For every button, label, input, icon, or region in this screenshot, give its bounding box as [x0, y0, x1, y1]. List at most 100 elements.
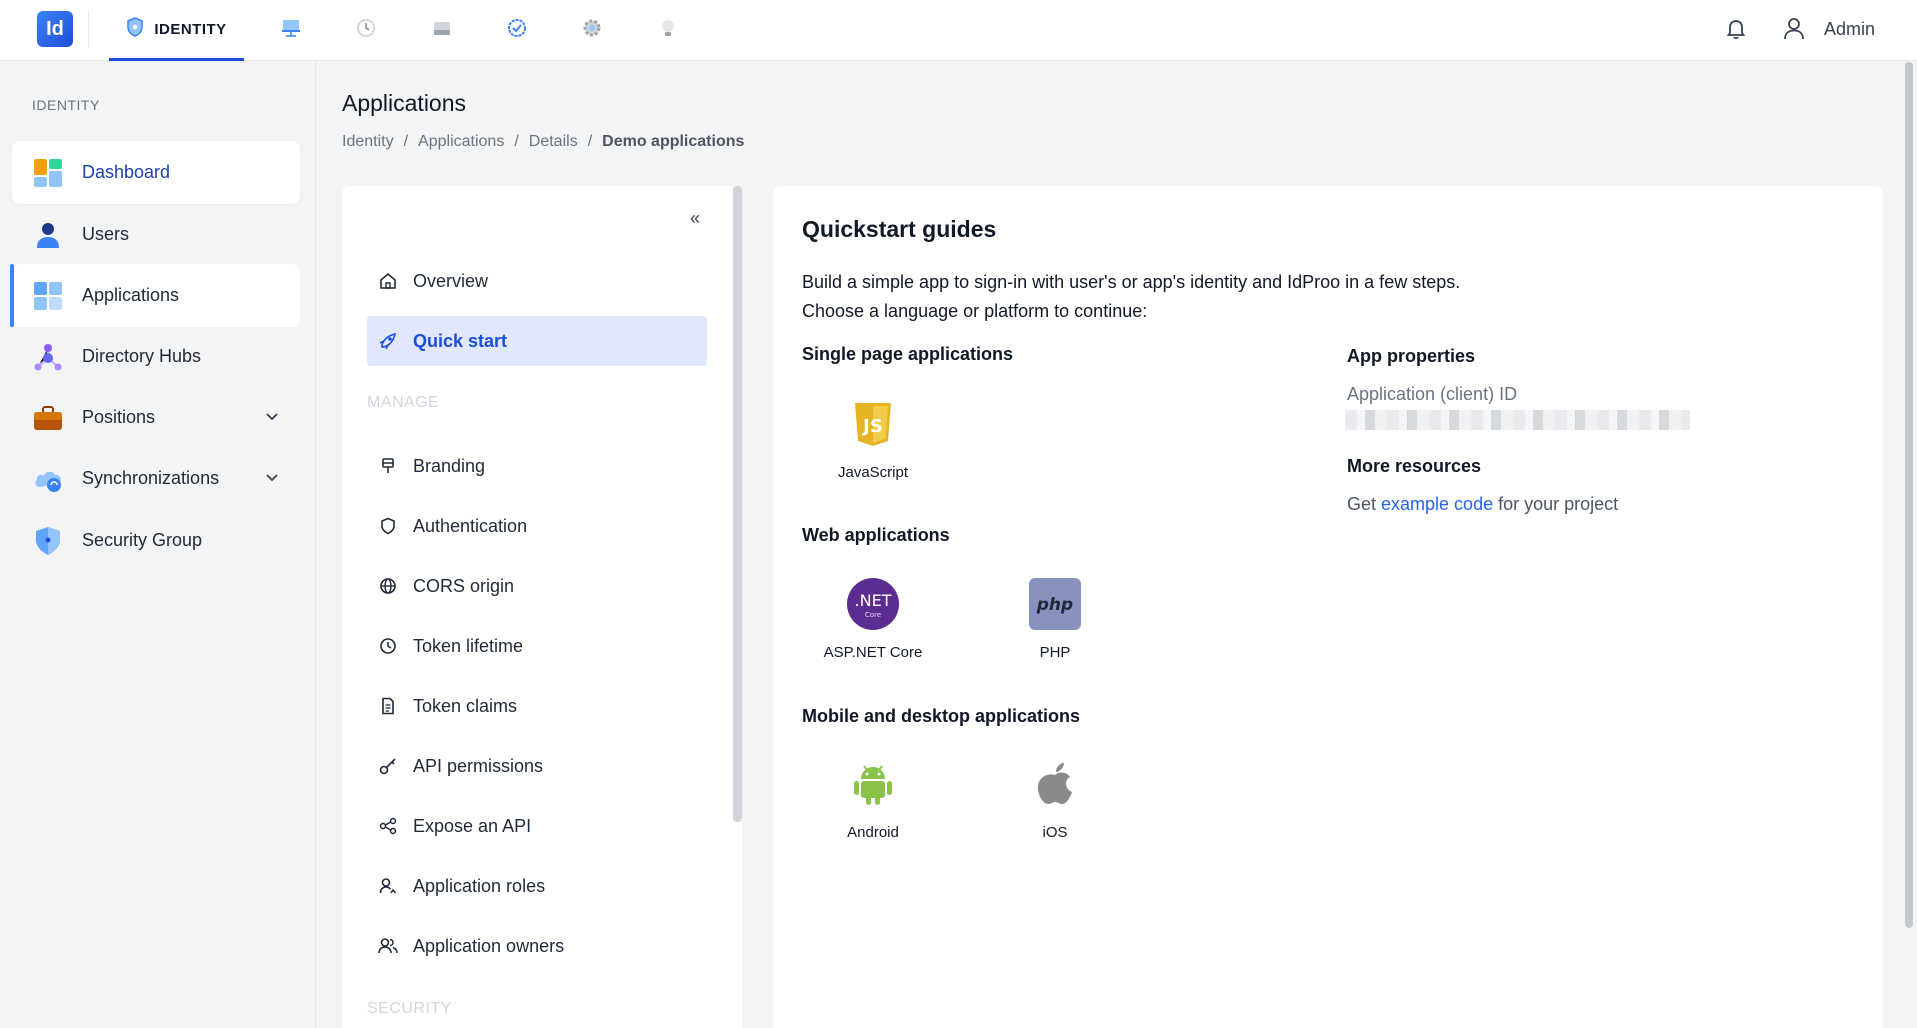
description-line: Build a simple app to sign-in with user'…: [802, 272, 1461, 292]
javascript-badge-text: JS: [861, 416, 883, 437]
breadcrumb-separator: /: [514, 133, 519, 150]
users-icon: [377, 935, 399, 957]
php-badge-text: php: [1036, 595, 1073, 615]
platform-javascript[interactable]: JS JavaScript: [813, 398, 933, 481]
page-scrollbar[interactable]: [1905, 62, 1913, 928]
bulb-icon[interactable]: [656, 16, 680, 40]
rocket-icon: [377, 330, 399, 352]
sidebar-item-synchronizations[interactable]: Synchronizations: [12, 447, 300, 510]
dotnet-badge-subtext: Core: [865, 611, 881, 619]
menu-item-label: Expose an API: [413, 815, 532, 836]
key-icon: [377, 755, 399, 777]
menu-section-manage: MANAGE: [367, 394, 440, 411]
menu-item-api-permissions[interactable]: API permissions: [367, 741, 707, 791]
menu-item-branding[interactable]: Branding: [367, 441, 707, 491]
android-icon: [847, 758, 899, 810]
home-icon: [377, 270, 399, 292]
platform-aspnet-core[interactable]: .NET Core ASP.NET Core: [813, 578, 933, 661]
breadcrumb-item[interactable]: Identity: [342, 133, 394, 151]
menu-item-label: API permissions: [413, 755, 544, 776]
menu-item-label: Token claims: [413, 695, 518, 716]
shield-icon: [126, 17, 144, 41]
user-icon: [32, 219, 64, 251]
description-line: Choose a language or platform to continu…: [802, 301, 1148, 321]
breadcrumb-current: Demo applications: [602, 133, 745, 150]
menu-item-token-lifetime[interactable]: Token lifetime: [367, 621, 707, 671]
sidebar-heading: IDENTITY: [32, 97, 100, 113]
breadcrumb-separator: /: [587, 133, 593, 150]
sidebar-item-dashboard[interactable]: Dashboard: [12, 141, 300, 204]
menu-item-label: Quick start: [413, 330, 508, 351]
menu-item-label: CORS origin: [413, 575, 515, 596]
platform-ios[interactable]: iOS: [995, 758, 1115, 841]
divider: [88, 12, 89, 48]
menu-item-cors-origin[interactable]: CORS origin: [367, 561, 707, 611]
client-id-label: Application (client) ID: [1347, 384, 1518, 404]
app-logo[interactable]: Id: [37, 11, 73, 47]
sidebar-item-applications[interactable]: Applications: [10, 264, 300, 327]
history-icon[interactable]: [354, 16, 378, 40]
chevron-down-icon[interactable]: [264, 408, 280, 424]
share-icon: [377, 815, 399, 837]
menu-item-quick-start[interactable]: Quick start: [367, 316, 707, 366]
spa-heading: Single page applications: [802, 344, 1014, 364]
clock-icon: [377, 635, 399, 657]
menu-item-label: Authentication: [413, 515, 528, 536]
menu-item-label: Application roles: [413, 875, 546, 896]
storage-icon[interactable]: [430, 16, 454, 40]
monitor-icon[interactable]: [279, 16, 303, 40]
platform-android[interactable]: Android: [813, 758, 933, 841]
menu-item-overview[interactable]: Overview: [367, 256, 707, 306]
page-title: Applications: [342, 90, 467, 116]
menu-scrollbar[interactable]: [733, 186, 742, 822]
quickstart-title: Quickstart guides: [802, 216, 997, 242]
sidebar-item-label: Users: [82, 224, 130, 244]
sidebar-item-directory-hubs[interactable]: Directory Hubs: [12, 325, 300, 388]
platform-php[interactable]: php PHP: [995, 578, 1115, 661]
tab-identity[interactable]: IDENTITY: [109, 0, 244, 61]
menu-item-application-roles[interactable]: Application roles: [367, 861, 707, 911]
menu-item-expose-an-api[interactable]: Expose an API: [367, 801, 707, 851]
chevron-down-icon[interactable]: [264, 469, 280, 485]
logo-text: Id: [46, 17, 64, 40]
example-code-link[interactable]: example code: [1381, 494, 1493, 514]
globe-icon: [377, 575, 399, 597]
platform-label: iOS: [1042, 824, 1068, 841]
platform-label: PHP: [1039, 644, 1071, 661]
more-text-suffix: for your project: [1493, 494, 1619, 514]
collapse-menu-button[interactable]: «: [690, 208, 700, 229]
sidebar-item-security-group[interactable]: Security Group: [12, 509, 300, 572]
menu-item-label: Application owners: [413, 935, 565, 956]
platform-label: ASP.NET Core: [823, 644, 923, 661]
bell-icon[interactable]: [1723, 16, 1749, 42]
check-circle-icon[interactable]: [505, 16, 529, 40]
menu-item-token-claims[interactable]: Token claims: [367, 681, 707, 731]
php-icon: php: [1029, 578, 1081, 630]
settings-icon[interactable]: [580, 16, 604, 40]
user-name[interactable]: Admin: [1824, 19, 1875, 40]
quickstart-description: Build a simple app to sign-in with user'…: [802, 268, 1460, 326]
breadcrumb-separator: /: [403, 133, 409, 150]
app-properties-heading: App properties: [1347, 346, 1476, 366]
platform-label: JavaScript: [837, 464, 909, 481]
sidebar-item-label: Directory Hubs: [82, 346, 202, 366]
breadcrumb-item[interactable]: Applications: [418, 133, 504, 151]
breadcrumb-item[interactable]: Details: [529, 133, 578, 151]
cloud-sync-icon: [32, 463, 64, 495]
menu-item-application-owners[interactable]: Application owners: [367, 921, 707, 971]
tab-identity-label: IDENTITY: [154, 20, 227, 38]
platform-label: Android: [847, 824, 899, 841]
sidebar: IDENTITY Dashboard Users Applications Di…: [0, 61, 316, 1028]
brush-icon: [377, 455, 399, 477]
menu-item-authentication[interactable]: Authentication: [367, 501, 707, 551]
dotnet-icon: .NET Core: [847, 578, 899, 630]
sidebar-item-positions[interactable]: Positions: [12, 386, 300, 449]
javascript-icon: JS: [847, 398, 899, 450]
menu-item-label: Branding: [413, 455, 486, 476]
user-icon[interactable]: [1780, 15, 1808, 43]
web-heading: Web applications: [802, 525, 950, 545]
more-text-prefix: Get: [1347, 494, 1382, 514]
sidebar-item-users[interactable]: Users: [12, 203, 300, 266]
more-resources-heading: More resources: [1347, 456, 1482, 476]
client-id-value-redacted[interactable]: [1345, 410, 1690, 430]
